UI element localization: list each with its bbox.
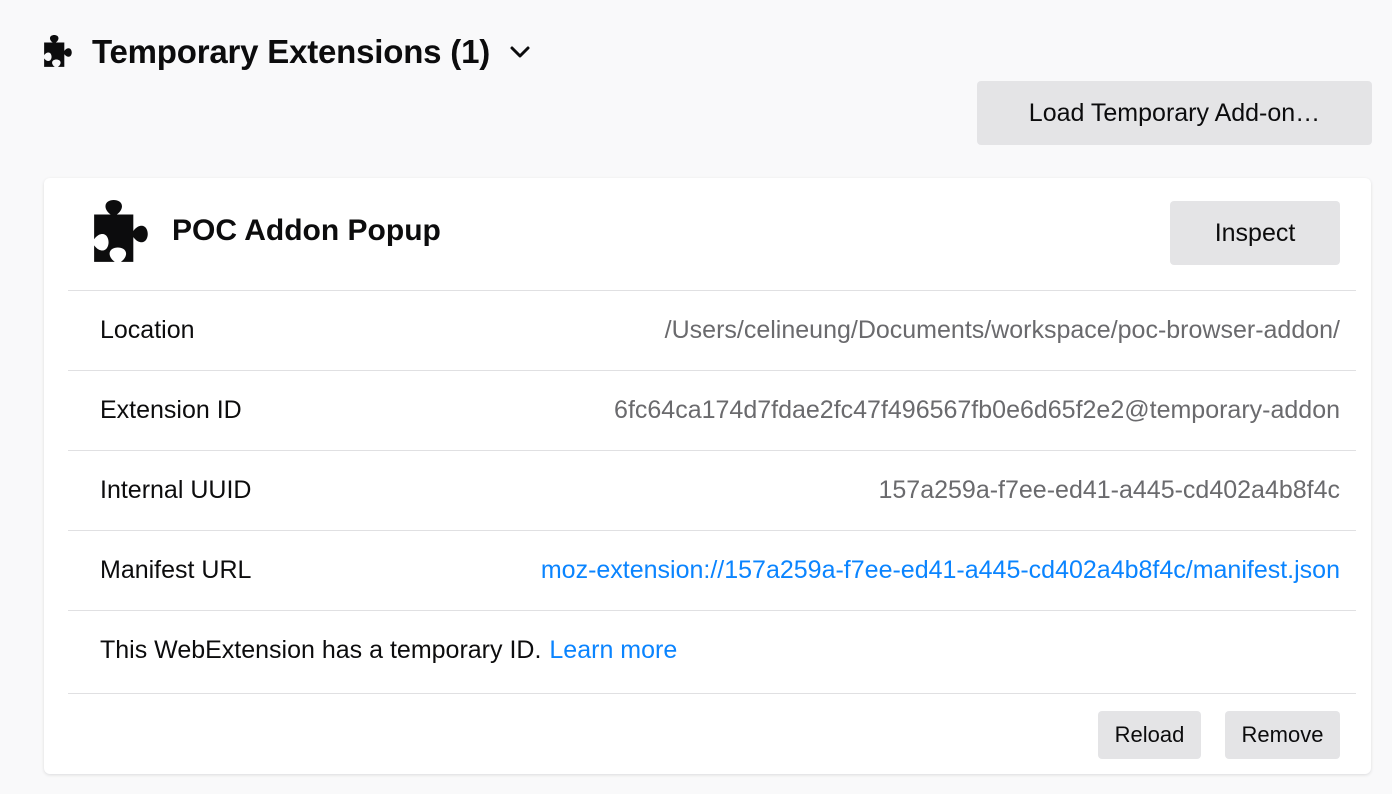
temporary-notice-row: This WebExtension has a temporary ID. Le… xyxy=(68,610,1356,690)
manifest-url-link[interactable]: moz-extension://157a259a-f7ee-ed41-a445-… xyxy=(541,556,1340,585)
inspect-button[interactable]: Inspect xyxy=(1170,201,1340,265)
manifest-url-label: Manifest URL xyxy=(100,556,252,584)
manifest-url-row: Manifest URL moz-extension://157a259a-f7… xyxy=(68,530,1356,610)
extension-name: POC Addon Popup xyxy=(172,214,441,247)
extension-id-value: 6fc64ca174d7fdae2fc47f496567fb0e6d65f2e2… xyxy=(614,396,1340,424)
location-value: /Users/celineung/Documents/workspace/poc… xyxy=(664,316,1340,344)
load-temporary-addon-button[interactable]: Load Temporary Add-on… xyxy=(977,81,1372,145)
learn-more-link[interactable]: Learn more xyxy=(549,636,677,665)
extension-card-header: POC Addon Popup Inspect xyxy=(44,178,1371,290)
extension-actions: Reload Remove xyxy=(68,693,1356,775)
extension-card: POC Addon Popup Inspect Location /Users/… xyxy=(44,178,1371,774)
internal-uuid-value: 157a259a-f7ee-ed41-a445-cd402a4b8f4c xyxy=(878,476,1341,504)
section-title: Temporary Extensions (1) xyxy=(92,33,491,70)
remove-button[interactable]: Remove xyxy=(1225,711,1340,759)
location-label: Location xyxy=(100,316,195,344)
extension-details: Location /Users/celineung/Documents/work… xyxy=(68,290,1356,690)
puzzle-piece-icon xyxy=(44,35,72,67)
chevron-down-icon[interactable] xyxy=(508,40,532,64)
extension-id-label: Extension ID xyxy=(100,396,242,424)
internal-uuid-label: Internal UUID xyxy=(100,476,252,504)
internal-uuid-row: Internal UUID 157a259a-f7ee-ed41-a445-cd… xyxy=(68,450,1356,530)
extension-id-row: Extension ID 6fc64ca174d7fdae2fc47f49656… xyxy=(68,370,1356,450)
location-row: Location /Users/celineung/Documents/work… xyxy=(68,290,1356,370)
temporary-notice-text: This WebExtension has a temporary ID. xyxy=(100,636,542,664)
puzzle-piece-icon xyxy=(94,200,148,262)
section-header: Temporary Extensions (1) xyxy=(42,30,532,74)
reload-button[interactable]: Reload xyxy=(1098,711,1201,759)
